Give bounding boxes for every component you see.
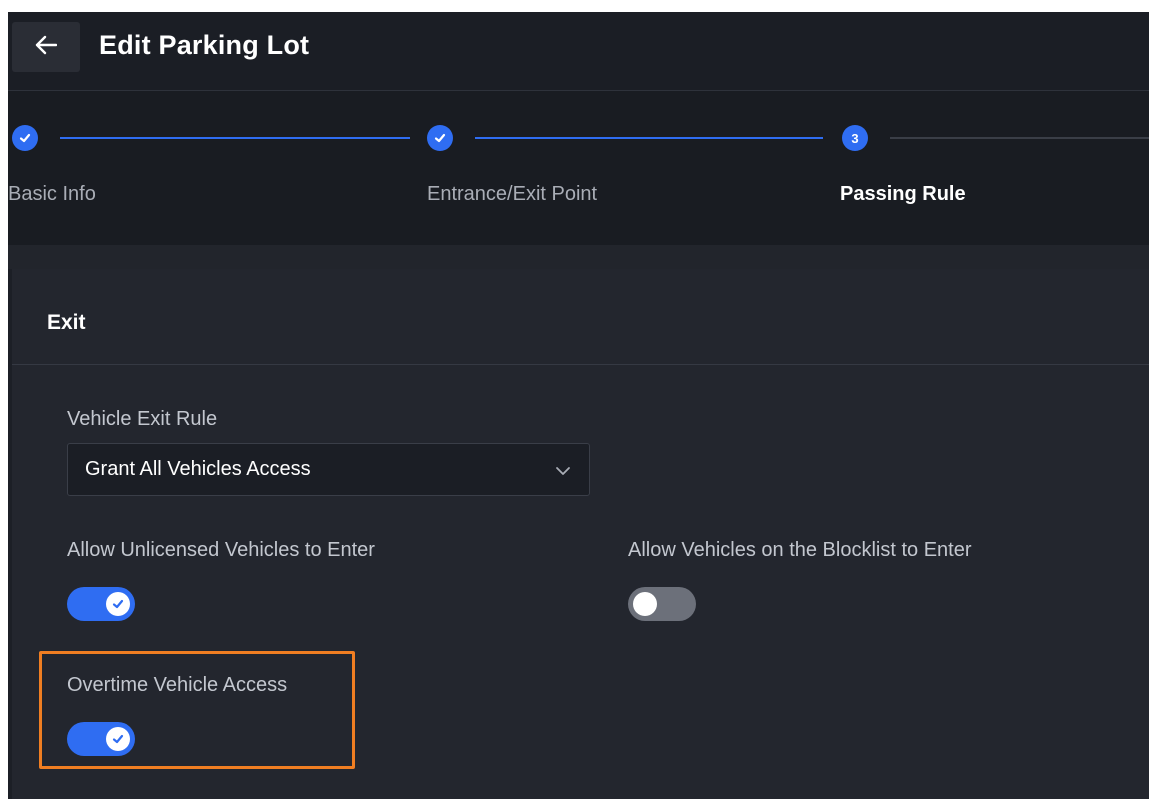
chevron-down-icon <box>555 463 571 481</box>
overtime-toggle[interactable] <box>67 722 135 756</box>
overtime-label: Overtime Vehicle Access <box>67 674 288 696</box>
check-icon <box>106 592 130 616</box>
section-title: Exit <box>47 311 86 334</box>
exit-section-panel: Exit Vehicle Exit Rule Grant All Vehicle… <box>12 269 1149 799</box>
header-bar: Edit Parking Lot <box>8 12 1149 91</box>
toggle-knob <box>633 592 657 616</box>
blocklist-toggle[interactable] <box>628 587 696 621</box>
step-3-number: 3 <box>842 125 868 151</box>
unlicensed-toggle[interactable] <box>67 587 135 621</box>
step-2-check-icon <box>427 125 453 151</box>
back-button[interactable] <box>12 22 80 72</box>
exit-rule-label: Vehicle Exit Rule <box>67 408 218 430</box>
spacer <box>8 245 1149 269</box>
step-label-passing-rule[interactable]: Passing Rule <box>840 183 966 206</box>
step-label-basic-info[interactable]: Basic Info <box>8 183 96 206</box>
app-window: Edit Parking Lot Basic Info Entrance/Exi… <box>8 12 1149 799</box>
arrow-left-icon <box>35 35 58 60</box>
exit-rule-select[interactable]: Grant All Vehicles Access <box>67 443 590 496</box>
step-connector-2 <box>475 137 823 139</box>
step-1-check-icon <box>12 125 38 151</box>
check-icon <box>106 727 130 751</box>
exit-rule-value: Grant All Vehicles Access <box>85 458 311 480</box>
section-divider <box>12 364 1149 365</box>
stepper: Basic Info Entrance/Exit Point 3 Passing… <box>8 91 1149 245</box>
blocklist-label: Allow Vehicles on the Blocklist to Enter <box>628 539 972 561</box>
page-title: Edit Parking Lot <box>99 30 310 60</box>
step-connector-3 <box>890 137 1149 139</box>
step-connector-1 <box>60 137 410 139</box>
unlicensed-label: Allow Unlicensed Vehicles to Enter <box>67 539 375 561</box>
step-label-entrance-exit[interactable]: Entrance/Exit Point <box>427 183 597 206</box>
